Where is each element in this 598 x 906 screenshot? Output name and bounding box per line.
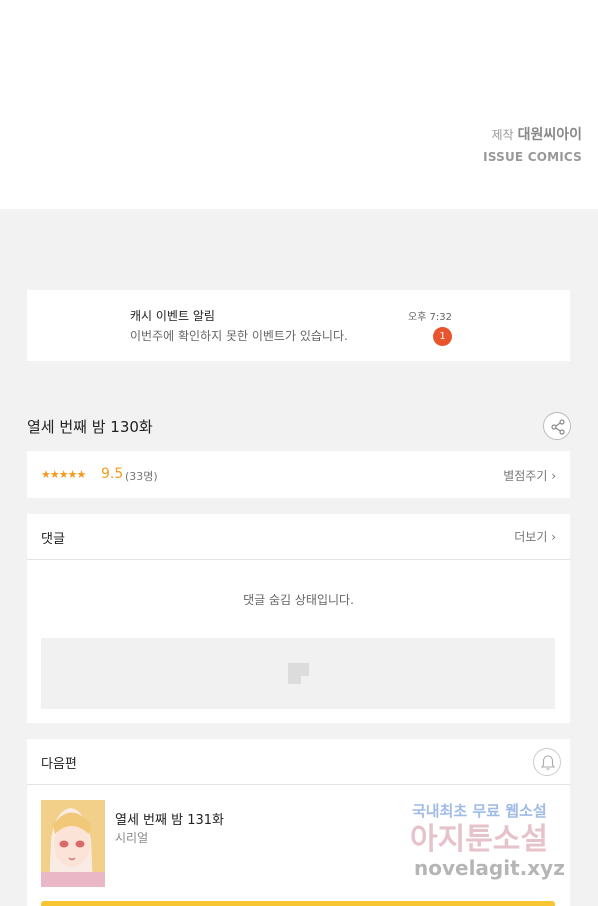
rating-stars: ★★★★★ <box>41 468 86 481</box>
rating-score: 9.5 <box>101 466 124 482</box>
divider <box>27 784 570 785</box>
image-placeholder-icon <box>288 663 309 684</box>
comments-more-link[interactable]: 더보기 › <box>514 528 556 545</box>
next-episode-button[interactable] <box>41 901 555 906</box>
comments-hidden-message: 댓글 숨김 상태입니다. <box>243 593 354 607</box>
notification-title: 캐시 이벤트 알림 <box>130 309 215 323</box>
credit-block: 제작 대원씨아이 ISSUE COMICS <box>483 124 582 164</box>
rating-count: (33명) <box>125 470 158 483</box>
bell-icon <box>540 755 556 770</box>
ad-placeholder <box>41 638 555 709</box>
share-icon <box>551 419 565 435</box>
credit-studio: 대원씨아이 <box>517 127 582 143</box>
credit-label: 제작 <box>491 128 514 142</box>
next-episode-type: 시리얼 <box>115 831 149 845</box>
watermark-line3: novelagit.xyz <box>414 856 565 880</box>
notification-time: 오후 7:32 <box>407 312 452 323</box>
notification-badge: 1 <box>433 327 452 346</box>
notification-message: 이번주에 확인하지 못한 이벤트가 있습니다. <box>130 329 348 343</box>
next-episode-thumbnail[interactable] <box>41 800 105 887</box>
comments-title: 댓글 <box>41 532 65 547</box>
episode-title: 열세 번째 밤 130화 <box>27 418 153 436</box>
rating-bar: ★★★★★ 9.5 (33명) 별점주기 › <box>27 451 570 498</box>
notify-button[interactable] <box>533 748 561 776</box>
next-episode-title[interactable]: 열세 번째 밤 131화 <box>115 809 224 828</box>
credit-publisher: ISSUE COMICS <box>483 150 582 164</box>
site-watermark: 국내최초 무료 웹소설 아지툰소설 novelagit.xyz <box>410 798 586 890</box>
share-button[interactable] <box>543 412 571 440</box>
cash-event-notification[interactable]: 캐시 이벤트 알림 이번주에 확인하지 못한 이벤트가 있습니다. 오후 7:3… <box>27 290 570 361</box>
divider <box>27 559 570 560</box>
next-title: 다음편 <box>41 757 77 772</box>
comments-section: 댓글 더보기 › 댓글 숨김 상태입니다. <box>27 514 570 723</box>
rate-button[interactable]: 별점주기 › <box>503 467 556 484</box>
comic-end-banner: 제작 대원씨아이 ISSUE COMICS <box>0 0 598 209</box>
watermark-line2: 아지툰소설 <box>410 822 548 857</box>
